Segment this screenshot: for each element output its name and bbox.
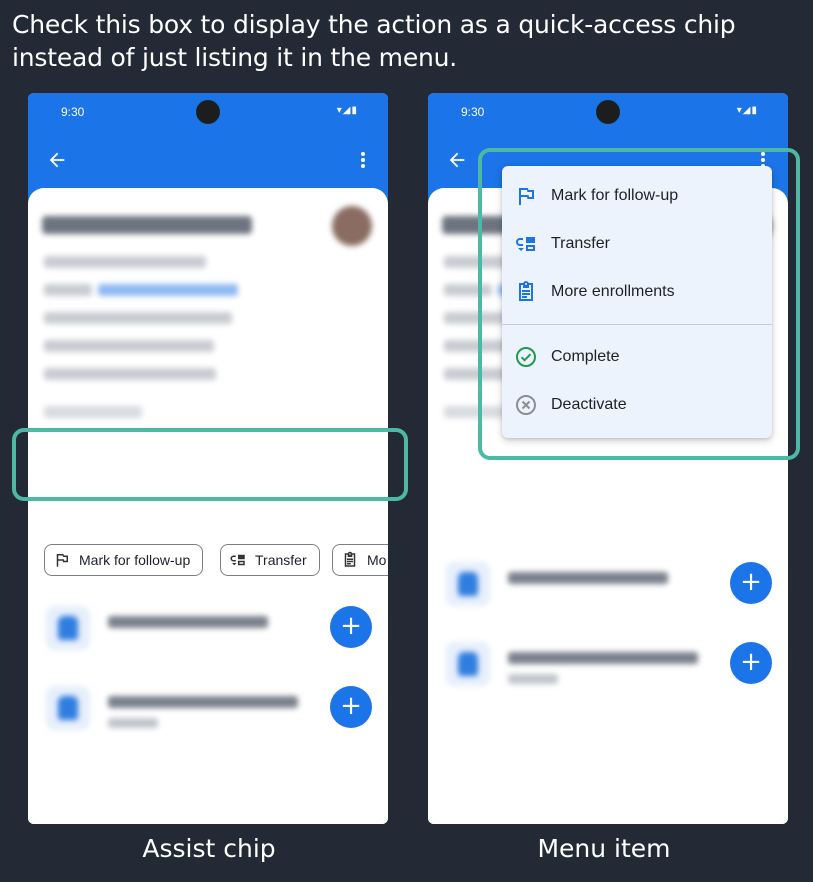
add-button[interactable]: + [330, 686, 372, 728]
caption-assist-chip: Assist chip [142, 834, 276, 863]
caption-menu-item: Menu item [537, 834, 671, 863]
camera-cutout [196, 100, 220, 124]
person-icon [46, 686, 90, 730]
menu-divider [502, 324, 772, 325]
more-vert-icon[interactable] [360, 151, 366, 169]
section-subtitle-blurred [508, 674, 558, 684]
menu-item-label: Deactivate [551, 396, 627, 413]
chip-mark-follow-up[interactable]: Mark for follow-up [44, 544, 204, 576]
flag-icon [56, 554, 68, 567]
transfer-icon [516, 237, 535, 251]
menu-item-deactivate[interactable]: Deactivate [502, 381, 772, 429]
section-title-blurred [108, 696, 298, 708]
status-time: 9:30 [461, 105, 485, 119]
overflow-menu-popup: Mark for follow-up Transfer More enrollm… [502, 166, 772, 438]
chip-more-enrollments[interactable]: Mo [332, 544, 388, 576]
menu-item-label: Transfer [551, 235, 610, 252]
section-subtitle-blurred [108, 718, 158, 728]
lungs-icon [446, 562, 490, 606]
section-title-blurred [108, 616, 268, 628]
add-button[interactable]: + [730, 562, 772, 604]
chip-transfer[interactable]: Transfer [220, 544, 320, 576]
cancel-circle-icon [516, 395, 536, 415]
menu-item-label: Complete [551, 348, 620, 365]
menu-item-more-enrollments[interactable]: More enrollments [502, 268, 772, 316]
details-sheet: Mark for follow-up Transfer Mo + + [28, 188, 388, 824]
clipboard-icon [344, 551, 356, 567]
person-icon [446, 642, 490, 686]
section-title-blurred [508, 652, 698, 664]
back-arrow-icon[interactable] [46, 149, 68, 171]
camera-cutout [596, 100, 620, 124]
back-arrow-icon[interactable] [446, 149, 468, 171]
status-time: 9:30 [61, 105, 85, 119]
intro-text: Check this box to display the action as … [12, 10, 736, 72]
section-diagnostic-lab-results[interactable]: + [44, 602, 372, 658]
add-button[interactable]: + [330, 606, 372, 648]
status-icons: ▾◢▮ [736, 105, 758, 116]
section-title-blurred [508, 572, 668, 584]
menu-item-label: Mark for follow-up [551, 187, 679, 204]
add-button[interactable]: + [730, 642, 772, 684]
phone-assist-chip: 9:30 ▾◢▮ Mark for follow-up Transfer Mo … [28, 93, 388, 824]
section-diagnosis-notification[interactable]: + [444, 638, 772, 694]
chip-label: Transfer [255, 552, 307, 568]
menu-item-label: More enrollments [551, 283, 675, 300]
check-circle-icon [516, 347, 536, 367]
menu-item-mark-follow-up[interactable]: Mark for follow-up [502, 172, 772, 220]
flag-icon [519, 188, 534, 205]
clipboard-icon [519, 281, 533, 301]
chip-label: Mark for follow-up [79, 552, 191, 568]
section-diagnosis-notification[interactable]: + [44, 682, 372, 738]
status-icons: ▾◢▮ [336, 105, 358, 116]
assist-chip-row: Mark for follow-up Transfer Mo [44, 544, 388, 576]
chip-label: Mo [367, 552, 387, 568]
transfer-icon [230, 554, 245, 566]
menu-item-complete[interactable]: Complete [502, 333, 772, 381]
lungs-icon [46, 606, 90, 650]
section-diagnostic-lab-results[interactable]: + [444, 558, 772, 614]
menu-item-transfer[interactable]: Transfer [502, 220, 772, 268]
